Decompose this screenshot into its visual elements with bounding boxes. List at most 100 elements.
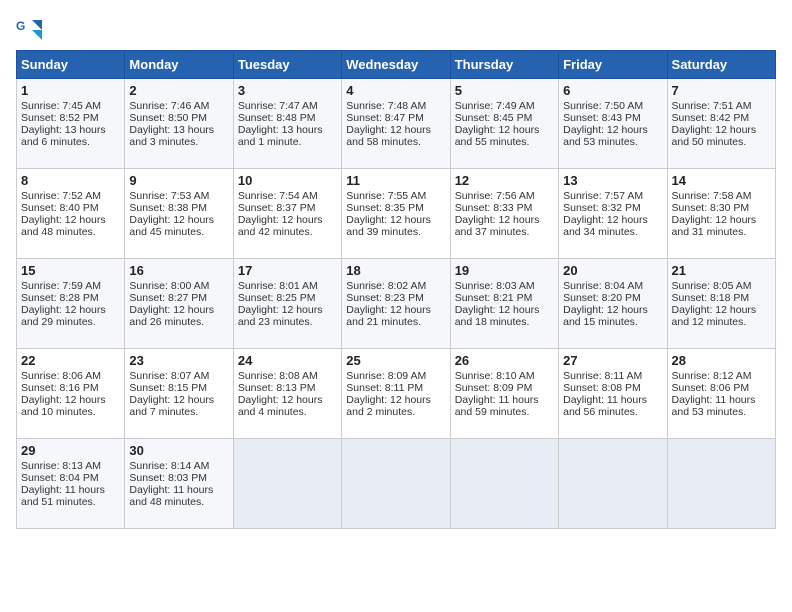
sunrise-text: Sunrise: 8:00 AM: [129, 280, 228, 292]
day-number: 6: [563, 83, 662, 98]
sunrise-text: Sunrise: 8:08 AM: [238, 370, 337, 382]
col-header-thursday: Thursday: [450, 51, 558, 79]
day-number: 23: [129, 353, 228, 368]
calendar-cell: [342, 439, 450, 529]
day-number: 10: [238, 173, 337, 188]
svg-text:G: G: [16, 19, 25, 33]
calendar-cell: 24Sunrise: 8:08 AMSunset: 8:13 PMDayligh…: [233, 349, 341, 439]
calendar-cell: 22Sunrise: 8:06 AMSunset: 8:16 PMDayligh…: [17, 349, 125, 439]
sunset-text: Sunset: 8:04 PM: [21, 472, 120, 484]
day-number: 15: [21, 263, 120, 278]
sunrise-text: Sunrise: 7:45 AM: [21, 100, 120, 112]
sunrise-text: Sunrise: 7:52 AM: [21, 190, 120, 202]
daylight-text: Daylight: 12 hours and 29 minutes.: [21, 304, 120, 328]
day-number: 2: [129, 83, 228, 98]
sunrise-text: Sunrise: 7:49 AM: [455, 100, 554, 112]
sunrise-text: Sunrise: 7:51 AM: [672, 100, 771, 112]
daylight-text: Daylight: 12 hours and 31 minutes.: [672, 214, 771, 238]
sunrise-text: Sunrise: 8:05 AM: [672, 280, 771, 292]
day-number: 30: [129, 443, 228, 458]
sunset-text: Sunset: 8:21 PM: [455, 292, 554, 304]
calendar-cell: 18Sunrise: 8:02 AMSunset: 8:23 PMDayligh…: [342, 259, 450, 349]
daylight-text: Daylight: 12 hours and 37 minutes.: [455, 214, 554, 238]
calendar-cell: 10Sunrise: 7:54 AMSunset: 8:37 PMDayligh…: [233, 169, 341, 259]
calendar-week-2: 8Sunrise: 7:52 AMSunset: 8:40 PMDaylight…: [17, 169, 776, 259]
calendar-cell: [559, 439, 667, 529]
sunset-text: Sunset: 8:08 PM: [563, 382, 662, 394]
day-number: 28: [672, 353, 771, 368]
sunrise-text: Sunrise: 8:01 AM: [238, 280, 337, 292]
sunset-text: Sunset: 8:28 PM: [21, 292, 120, 304]
calendar-cell: 13Sunrise: 7:57 AMSunset: 8:32 PMDayligh…: [559, 169, 667, 259]
sunrise-text: Sunrise: 7:50 AM: [563, 100, 662, 112]
calendar-cell: 4Sunrise: 7:48 AMSunset: 8:47 PMDaylight…: [342, 79, 450, 169]
sunset-text: Sunset: 8:25 PM: [238, 292, 337, 304]
daylight-text: Daylight: 11 hours and 51 minutes.: [21, 484, 120, 508]
sunrise-text: Sunrise: 7:56 AM: [455, 190, 554, 202]
sunrise-text: Sunrise: 8:13 AM: [21, 460, 120, 472]
daylight-text: Daylight: 12 hours and 18 minutes.: [455, 304, 554, 328]
sunrise-text: Sunrise: 8:14 AM: [129, 460, 228, 472]
daylight-text: Daylight: 12 hours and 26 minutes.: [129, 304, 228, 328]
day-number: 18: [346, 263, 445, 278]
day-number: 9: [129, 173, 228, 188]
sunrise-text: Sunrise: 8:11 AM: [563, 370, 662, 382]
calendar-week-3: 15Sunrise: 7:59 AMSunset: 8:28 PMDayligh…: [17, 259, 776, 349]
daylight-text: Daylight: 13 hours and 1 minute.: [238, 124, 337, 148]
day-number: 26: [455, 353, 554, 368]
logo-icon: G: [16, 16, 44, 44]
day-number: 19: [455, 263, 554, 278]
daylight-text: Daylight: 11 hours and 56 minutes.: [563, 394, 662, 418]
day-number: 4: [346, 83, 445, 98]
calendar-cell: 14Sunrise: 7:58 AMSunset: 8:30 PMDayligh…: [667, 169, 775, 259]
sunset-text: Sunset: 8:50 PM: [129, 112, 228, 124]
calendar-cell: 15 Sunrise: 7:59 AMSunset: 8:28 PMDayligh…: [17, 259, 125, 349]
calendar-header-row: SundayMondayTuesdayWednesdayThursdayFrid…: [17, 51, 776, 79]
calendar-cell: 7Sunrise: 7:51 AMSunset: 8:42 PMDaylight…: [667, 79, 775, 169]
calendar-cell: 28Sunrise: 8:12 AMSunset: 8:06 PMDayligh…: [667, 349, 775, 439]
sunrise-text: Sunrise: 7:48 AM: [346, 100, 445, 112]
day-number: 20: [563, 263, 662, 278]
daylight-text: Daylight: 12 hours and 45 minutes.: [129, 214, 228, 238]
daylight-text: Daylight: 11 hours and 53 minutes.: [672, 394, 771, 418]
sunrise-text: Sunrise: 8:12 AM: [672, 370, 771, 382]
calendar-week-5: 29Sunrise: 8:13 AMSunset: 8:04 PMDayligh…: [17, 439, 776, 529]
daylight-text: Daylight: 12 hours and 2 minutes.: [346, 394, 445, 418]
sunrise-text: Sunrise: 8:04 AM: [563, 280, 662, 292]
day-number: 16: [129, 263, 228, 278]
sunrise-text: Sunrise: 8:10 AM: [455, 370, 554, 382]
sunset-text: Sunset: 8:52 PM: [21, 112, 120, 124]
daylight-text: Daylight: 12 hours and 58 minutes.: [346, 124, 445, 148]
sunset-text: Sunset: 8:18 PM: [672, 292, 771, 304]
sunset-text: Sunset: 8:30 PM: [672, 202, 771, 214]
day-number: 27: [563, 353, 662, 368]
day-number: 24: [238, 353, 337, 368]
daylight-text: Daylight: 13 hours and 6 minutes.: [21, 124, 120, 148]
sunset-text: Sunset: 8:48 PM: [238, 112, 337, 124]
calendar-cell: 5Sunrise: 7:49 AMSunset: 8:45 PMDaylight…: [450, 79, 558, 169]
daylight-text: Daylight: 12 hours and 7 minutes.: [129, 394, 228, 418]
calendar-cell: 2Sunrise: 7:46 AMSunset: 8:50 PMDaylight…: [125, 79, 233, 169]
calendar-cell: 8Sunrise: 7:52 AMSunset: 8:40 PMDaylight…: [17, 169, 125, 259]
calendar-cell: 1Sunrise: 7:45 AMSunset: 8:52 PMDaylight…: [17, 79, 125, 169]
sunset-text: Sunset: 8:15 PM: [129, 382, 228, 394]
daylight-text: Daylight: 12 hours and 50 minutes.: [672, 124, 771, 148]
sunrise-text: Sunrise: 8:07 AM: [129, 370, 228, 382]
calendar-cell: 3 Sunrise: 7:47 AMSunset: 8:48 PMDaylight…: [233, 79, 341, 169]
sunrise-text: Sunrise: 7:47 AM: [238, 100, 337, 112]
col-header-friday: Friday: [559, 51, 667, 79]
day-number: 5: [455, 83, 554, 98]
day-number: 3: [238, 83, 337, 98]
sunset-text: Sunset: 8:03 PM: [129, 472, 228, 484]
sunrise-text: Sunrise: 7:53 AM: [129, 190, 228, 202]
calendar-table: SundayMondayTuesdayWednesdayThursdayFrid…: [16, 50, 776, 529]
daylight-text: Daylight: 12 hours and 21 minutes.: [346, 304, 445, 328]
day-number: 22: [21, 353, 120, 368]
calendar-cell: [233, 439, 341, 529]
calendar-cell: 9Sunrise: 7:53 AMSunset: 8:38 PMDaylight…: [125, 169, 233, 259]
sunset-text: Sunset: 8:33 PM: [455, 202, 554, 214]
sunset-text: Sunset: 8:35 PM: [346, 202, 445, 214]
sunrise-text: Sunrise: 7:59 AM: [21, 280, 120, 292]
sunrise-text: Sunrise: 7:57 AM: [563, 190, 662, 202]
sunset-text: Sunset: 8:42 PM: [672, 112, 771, 124]
